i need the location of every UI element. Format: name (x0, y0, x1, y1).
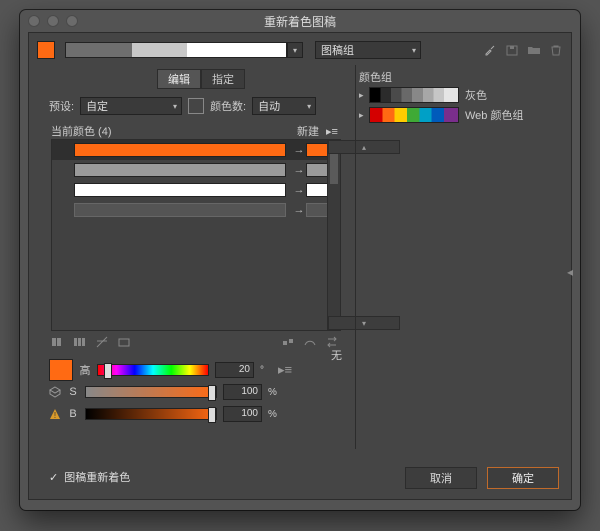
randomize-sat-icon[interactable] (303, 335, 317, 349)
find-in-wheel-icon[interactable] (281, 335, 295, 349)
recolor-artwork-window: 重新着色图稿 ▾ 图稿组▾ 编辑 指定 预设: 自定▾ 颜色数: 自动▾ (20, 10, 580, 510)
source-color-bar[interactable] (74, 143, 286, 157)
bri-label: B (67, 408, 79, 420)
hsb-sliders: 高 20 ° ▸≡ S 100 % ! B 100 % (49, 359, 349, 425)
group-swatches (369, 107, 459, 123)
window-title: 重新着色图稿 (20, 13, 580, 30)
list-toolbar (51, 335, 339, 349)
preset-row: 预设: 自定▾ 颜色数: 自动▾ (49, 97, 316, 115)
new-column-label: 新建 (297, 123, 319, 139)
eyedropper-icon[interactable] (483, 43, 497, 57)
group-label: 灰色 (465, 87, 487, 103)
top-row: ▾ 图稿组▾ (37, 41, 563, 59)
separate-icon[interactable] (73, 335, 87, 349)
map-arrow-icon[interactable]: → (292, 144, 306, 156)
save-group-icon (505, 43, 519, 57)
panel-flyout-icon[interactable]: ◂ (567, 265, 572, 279)
cube-icon[interactable] (49, 386, 61, 398)
color-groups-title: 颜色组 (359, 69, 392, 85)
degree-label: ° (260, 365, 264, 376)
trash-icon (549, 43, 563, 57)
preset-label: 预设: (49, 98, 74, 114)
color-group-select-label: 图稿组 (321, 42, 354, 58)
color-row[interactable]: → (52, 180, 340, 200)
source-color-bar[interactable] (74, 183, 286, 197)
percent-label: % (268, 409, 277, 420)
tab-assign[interactable]: 指定 (201, 69, 245, 89)
bri-slider[interactable] (85, 408, 217, 420)
color-group-row[interactable]: ▸ Web 颜色组 (359, 105, 557, 125)
list-scrollbar[interactable]: ▴ ▾ (327, 140, 340, 330)
source-color-bar[interactable] (74, 203, 286, 217)
divider (355, 65, 356, 449)
tab-edit[interactable]: 编辑 (157, 69, 201, 89)
color-row[interactable]: → (52, 160, 340, 180)
map-arrow-icon[interactable]: → (292, 164, 306, 176)
cancel-button[interactable]: 取消 (405, 467, 477, 489)
merge-icon[interactable] (51, 335, 65, 349)
recolor-art-checkbox[interactable]: ✓ 图稿重新着色 (49, 469, 130, 485)
folder-icon (527, 43, 541, 57)
preset-select[interactable]: 自定▾ (80, 97, 182, 115)
color-count-label: 颜色数: (210, 98, 246, 114)
svg-text:!: ! (54, 411, 56, 420)
sat-label: S (67, 386, 79, 398)
scroll-down-icon[interactable]: ▾ (328, 316, 400, 330)
active-color-swatch[interactable] (37, 41, 55, 59)
list-menu-icon[interactable]: ▸≡ (325, 124, 339, 138)
disclose-icon[interactable]: ▸ (359, 110, 369, 121)
recolor-art-label: 图稿重新着色 (64, 469, 130, 485)
ok-button[interactable]: 确定 (487, 467, 559, 489)
main-panel: ▾ 图稿组▾ 编辑 指定 预设: 自定▾ 颜色数: 自动▾ 当前颜色 (4) 新… (28, 32, 572, 500)
mode-tabs: 编辑 指定 (157, 69, 245, 89)
hsb-menu-icon[interactable]: ▸≡ (278, 362, 292, 378)
preset-options-icon[interactable] (188, 98, 204, 114)
strip-dropdown-icon[interactable]: ▾ (287, 42, 303, 58)
hue-slider[interactable] (97, 364, 209, 376)
color-list-header: 当前颜色 (4) 新建 ▸≡ (51, 123, 339, 139)
out-of-gamut-icon[interactable]: ! (49, 408, 61, 420)
map-arrow-icon[interactable]: → (292, 204, 306, 216)
new-row-icon[interactable] (117, 335, 131, 349)
map-arrow-icon[interactable]: → (292, 184, 306, 196)
sat-slider[interactable] (85, 386, 217, 398)
artwork-colors-strip[interactable] (65, 42, 287, 58)
current-colors-label: 当前颜色 (4) (51, 123, 112, 139)
hue-label: 高 (79, 362, 91, 378)
group-label: Web 颜色组 (465, 107, 523, 123)
color-list: → → → → ▴ (51, 139, 341, 331)
color-groups-list: ▸ 灰色 ▸ Web 颜色组 (359, 85, 557, 125)
color-row[interactable]: → (52, 200, 340, 220)
scroll-thumb[interactable] (330, 154, 338, 184)
percent-label: % (268, 387, 277, 398)
titlebar: 重新着色图稿 (20, 10, 580, 30)
sat-input[interactable]: 100 (223, 384, 262, 400)
exclude-icon[interactable] (95, 335, 109, 349)
color-group-row[interactable]: ▸ 灰色 (359, 85, 557, 105)
bri-input[interactable]: 100 (223, 406, 262, 422)
group-swatches (369, 87, 459, 103)
scroll-up-icon[interactable]: ▴ (328, 140, 400, 154)
color-row[interactable]: → (52, 140, 340, 160)
disclose-icon[interactable]: ▸ (359, 90, 369, 101)
color-count-select[interactable]: 自动▾ (252, 97, 316, 115)
hue-input[interactable]: 20 (215, 362, 254, 378)
source-color-bar[interactable] (74, 163, 286, 177)
footer-buttons: 取消 确定 (405, 467, 559, 489)
check-icon: ✓ (49, 471, 58, 484)
hsb-swatch[interactable] (49, 359, 73, 381)
color-group-select[interactable]: 图稿组▾ (315, 41, 421, 59)
